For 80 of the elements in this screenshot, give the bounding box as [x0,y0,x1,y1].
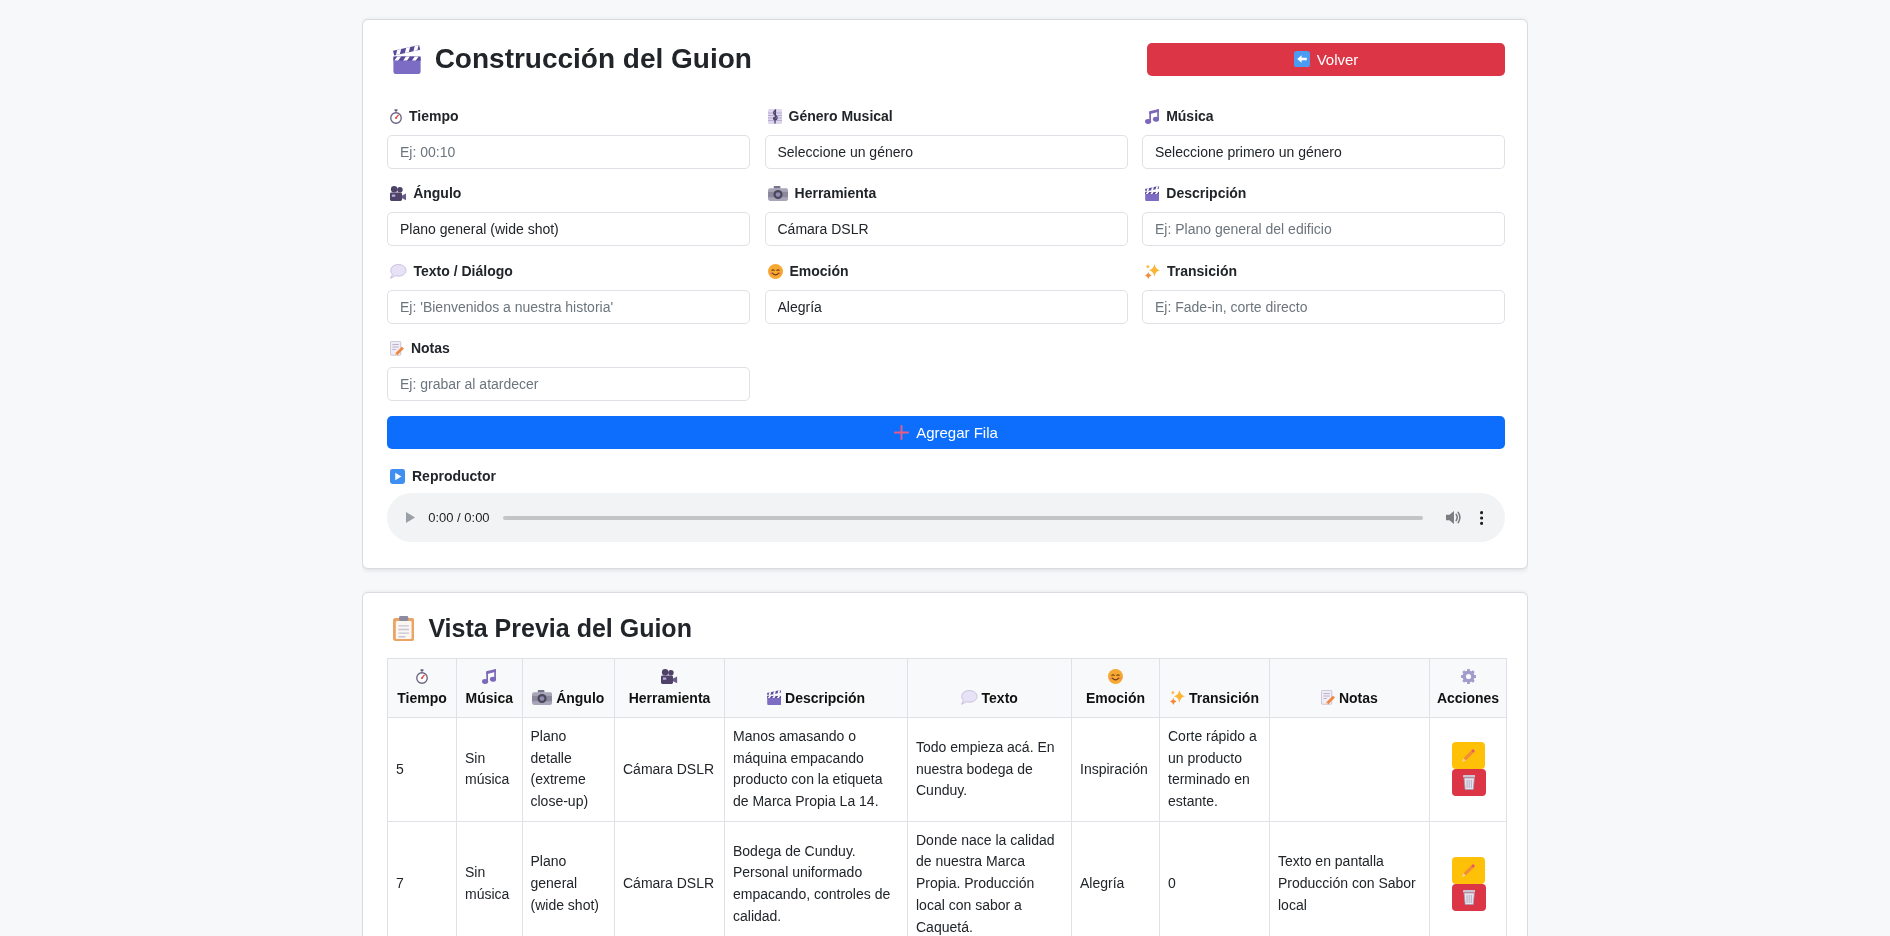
delete-button[interactable] [1452,883,1486,911]
column-header: Transición [1188,690,1259,706]
field-label: Descripción [1166,184,1247,203]
table-cell: Cámara DSLR [614,717,725,822]
table-cell: 7 [387,821,457,936]
section-title: Vista Previa del Guion [428,613,692,643]
input-field[interactable]: Cámara DSLR [764,212,1128,246]
speech-bubble-icon [961,690,978,705]
memo-icon [1321,690,1336,705]
field-label: Emoción [789,261,849,281]
input-field[interactable]: Ej: Plano general del edificio [1142,212,1505,246]
column-header: Texto [981,690,1018,706]
table-cell: 5 [387,717,457,822]
music-score-icon [767,108,782,124]
clapperboard-icon [1145,186,1160,201]
time-display: 0:00 / 0:00 [428,510,490,525]
input-field[interactable]: Ej: 'Bienvenidos a nuestra historia' [387,289,750,324]
field-label: Género Musical [788,106,893,126]
stopwatch-icon [416,669,428,684]
add-row-button[interactable]: Agregar Fila [387,416,1505,449]
play-icon [390,468,405,484]
memo-icon [390,341,404,356]
sparkles-icon [1170,690,1186,705]
back-button[interactable]: Volver [1147,42,1505,76]
table-cell: Plano detalle (extreme close-up) [522,717,615,822]
column-header: Descripción [785,690,866,706]
field-label: Texto / Diálogo [413,261,513,281]
column-header: Tiempo [397,690,447,706]
trash-icon [1462,775,1476,791]
field-label: Ángulo [413,184,462,203]
smiley-icon [1108,669,1123,684]
gear-icon [1460,669,1476,684]
camera-icon [532,690,553,705]
field-label: Transición [1167,261,1238,281]
table-cell: Inspiración [1071,717,1160,822]
input-field[interactable]: Ej: Fade-in, corte directo [1142,289,1505,324]
column-header: Emoción [1085,690,1146,706]
input-field[interactable]: Ej: grabar al atardecer [387,367,750,401]
column-header: Ángulo [556,690,605,706]
movie-camera-icon [661,669,678,684]
table-cell: Corte rápido a un producto terminado en estante. [1159,717,1270,822]
table-cell: Manos amasando o máquina empacando producto con la etiqueta de Marca Propia La 14. [724,717,908,822]
column-header: Herramienta [628,690,711,706]
clipboard-icon [393,615,415,641]
plus-icon [894,425,910,440]
more-options-icon[interactable] [1479,510,1483,525]
pencil-icon [1461,863,1475,877]
volume-icon[interactable] [1445,511,1461,524]
camera-icon [767,186,788,201]
page-title: Construcción del Guion [434,42,752,76]
clapperboard-icon [393,44,421,74]
field-label: Tiempo [409,106,459,126]
input-field[interactable]: Alegría [764,289,1128,324]
delete-button[interactable] [1452,769,1486,797]
input-field[interactable]: Plano general (wide shot) [387,212,750,246]
stopwatch-icon [390,108,402,124]
play-icon[interactable] [406,512,416,523]
table-cell: Sin música [456,717,522,822]
music-note-icon [482,669,497,684]
input-field[interactable]: Seleccione primero un género [1142,134,1505,169]
trash-icon [1462,889,1476,905]
column-header: Acciones [1436,690,1500,706]
smiley-icon [767,263,783,279]
column-header: Notas [1338,690,1378,706]
clapperboard-icon [766,690,782,705]
field-label: Notas [410,339,450,358]
music-note-icon [1145,108,1160,124]
input-field[interactable]: Ej: 00:10 [387,134,750,169]
sparkles-icon [1145,263,1160,279]
input-field[interactable]: Seleccione un género [764,134,1128,169]
field-label: Herramienta [794,184,877,203]
column-header: Música [465,690,513,706]
edit-button[interactable] [1451,742,1485,770]
field-label: Música [1166,106,1214,126]
pencil-icon [1461,749,1475,763]
movie-camera-icon [390,186,407,201]
table-cell: Todo empieza acá. En nuestra bodega de Cunduy. [907,717,1072,822]
speech-bubble-icon [390,263,407,279]
edit-button[interactable] [1451,856,1485,884]
field-label: Reproductor [412,466,496,486]
